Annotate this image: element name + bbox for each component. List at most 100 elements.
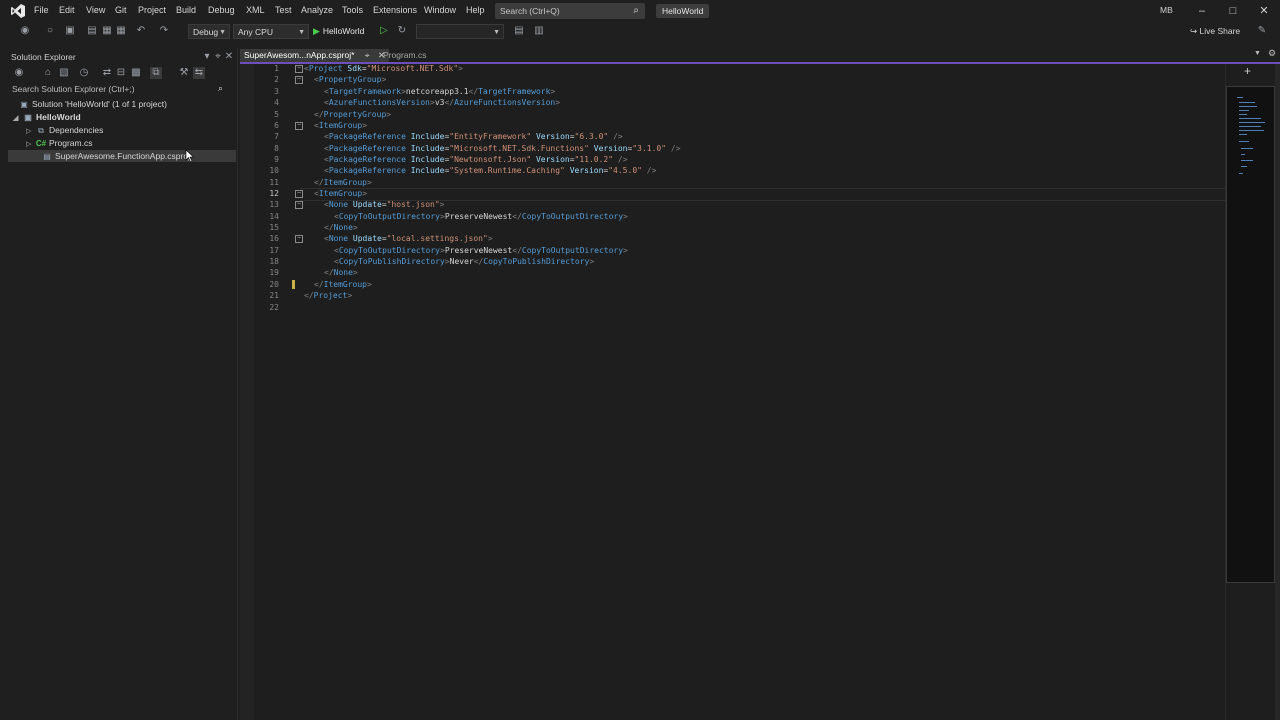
fold-toggle-icon[interactable]: − xyxy=(295,65,303,73)
tree-item-project[interactable]: ◢ ▣ HelloWorld xyxy=(8,111,236,123)
line-number: 21 xyxy=(269,291,279,300)
fold-toggle-icon[interactable]: − xyxy=(295,201,303,209)
menu-file[interactable]: File xyxy=(34,5,49,15)
folder-icon[interactable]: ▤ xyxy=(513,25,525,37)
menu-debug[interactable]: Debug xyxy=(208,5,235,15)
menu-edit[interactable]: Edit xyxy=(59,5,75,15)
start-debugging-button[interactable]: ▶ HelloWorld xyxy=(313,25,364,37)
collapse-all-icon[interactable]: ⊟ xyxy=(115,67,127,79)
search-icon: ⌕ xyxy=(633,5,639,16)
minimize-icon[interactable]: – xyxy=(1192,3,1212,19)
layout-icon[interactable]: ▥ xyxy=(533,25,545,37)
line-number: 2 xyxy=(274,75,279,84)
line-number: 11 xyxy=(269,178,279,187)
code-line: </ItemGroup> xyxy=(314,280,372,289)
menu-extensions[interactable]: Extensions xyxy=(373,5,417,15)
home-icon[interactable]: ⌂ xyxy=(42,67,54,79)
tree-item-program-cs[interactable]: ▷ C# Program.cs xyxy=(8,137,236,149)
sync-icon[interactable]: ⇄ xyxy=(101,67,113,79)
line-number: 20 xyxy=(269,280,279,289)
minimap-viewport[interactable] xyxy=(1226,86,1275,583)
search-icon: ⌕ xyxy=(218,83,224,93)
minimap-line xyxy=(1239,134,1247,135)
configuration-dropdown[interactable]: Debug ▼ xyxy=(188,24,230,39)
save-icon[interactable]: ▦ xyxy=(101,25,113,37)
redo-icon[interactable]: ↷ xyxy=(158,25,170,37)
close-icon[interactable]: ✕ xyxy=(1254,3,1274,19)
play-icon: ▶ xyxy=(313,26,320,36)
tree-item-csproj[interactable]: ▤ SuperAwesome.FunctionApp.csproj xyxy=(8,150,236,162)
solution-icon: ▣ xyxy=(20,100,28,109)
project-name-badge[interactable]: HelloWorld xyxy=(656,4,710,18)
code-line: <None Update="host.json"> xyxy=(324,200,445,209)
search-box[interactable]: Search (Ctrl+Q) ⌕ xyxy=(495,3,645,19)
menu-tools[interactable]: Tools xyxy=(342,5,363,15)
settings-gear-icon[interactable]: ⚙ xyxy=(1268,48,1276,59)
live-share-button[interactable]: ↪ Live Share xyxy=(1190,26,1240,37)
minimap-line xyxy=(1237,97,1243,98)
code-line: <TargetFramework>netcoreapp3.1</TargetFr… xyxy=(324,87,556,96)
minimap-line xyxy=(1239,102,1255,103)
startup-item-dropdown[interactable]: ▼ xyxy=(416,24,504,39)
hot-reload-icon[interactable]: ↻ xyxy=(396,25,408,37)
minimap-line xyxy=(1239,173,1243,174)
menu-help[interactable]: Help xyxy=(466,5,485,15)
menu-xml[interactable]: XML xyxy=(246,5,265,15)
save-all-icon[interactable]: ▦ xyxy=(115,25,127,37)
vertical-scrollbar[interactable] xyxy=(1275,64,1280,720)
solution-explorer-search[interactable]: Search Solution Explorer (Ctrl+;) ⌕ xyxy=(8,83,236,95)
properties-icon[interactable]: ⚒ xyxy=(178,67,190,79)
editor-margin xyxy=(240,64,254,720)
show-all-files-icon[interactable]: ▩ xyxy=(130,67,142,79)
fold-toggle-icon[interactable]: − xyxy=(295,122,303,130)
open-file-icon[interactable]: ▤ xyxy=(86,25,98,37)
code-line: <CopyToPublishDirectory>Never</CopyToPub… xyxy=(334,257,595,266)
tree-item-label: SuperAwesome.FunctionApp.csproj xyxy=(55,151,190,161)
tree-item-label: Dependencies xyxy=(49,125,104,135)
mouse-cursor-icon xyxy=(185,149,195,163)
minimap-line xyxy=(1239,122,1265,123)
search-placeholder: Search (Ctrl+Q) xyxy=(500,6,560,16)
tree-item-label: Solution 'HelloWorld' (1 of 1 project) xyxy=(32,99,167,109)
menu-analyze[interactable]: Analyze xyxy=(301,5,333,15)
feedback-icon[interactable]: ✎ xyxy=(1256,25,1268,37)
minimap-line xyxy=(1239,106,1257,107)
fold-toggle-icon[interactable]: − xyxy=(295,235,303,243)
tab-csproj[interactable]: SuperAwesom...nApp.csproj* ⌖ ✕ xyxy=(240,49,390,62)
tree-item-solution[interactable]: ▣ Solution 'HelloWorld' (1 of 1 project) xyxy=(8,98,236,110)
navigate-forward-icon[interactable]: ○ xyxy=(44,25,56,37)
visual-studio-logo-icon[interactable] xyxy=(10,3,26,19)
undo-icon[interactable]: ↶ xyxy=(135,25,147,37)
menu-build[interactable]: Build xyxy=(176,5,196,15)
minimap-line xyxy=(1239,118,1261,119)
menu-view[interactable]: View xyxy=(86,5,105,15)
platform-dropdown[interactable]: Any CPU ▼ xyxy=(233,24,309,39)
maximize-icon[interactable]: □ xyxy=(1223,3,1243,19)
pending-changes-icon[interactable]: ◷ xyxy=(78,67,90,79)
preview-icon[interactable]: ⇆ xyxy=(193,67,205,79)
navigate-back-icon[interactable]: ◉ xyxy=(19,25,31,37)
fold-toggle-icon[interactable]: − xyxy=(295,190,303,198)
switch-views-icon[interactable]: ▧ xyxy=(58,67,70,79)
fold-toggle-icon[interactable]: − xyxy=(295,76,303,84)
avatar[interactable]: MB xyxy=(1160,5,1173,15)
code-line: <PackageReference Include="Microsoft.NET… xyxy=(324,144,681,153)
menu-project[interactable]: Project xyxy=(138,5,166,15)
code-line: <None Update="local.settings.json"> xyxy=(324,234,493,243)
minimap-line xyxy=(1239,130,1264,131)
filter-icon[interactable]: ⧉ xyxy=(150,67,162,79)
start-without-debugging-icon[interactable]: ▷ xyxy=(378,25,390,37)
csharp-file-icon: C# xyxy=(35,139,47,148)
back-icon[interactable]: ◉ xyxy=(13,67,25,79)
menu-git[interactable]: Git xyxy=(115,5,127,15)
add-icon[interactable]: + xyxy=(1244,64,1251,78)
close-panel-icon[interactable]: ✕ xyxy=(223,51,235,63)
tab-list-chevron-icon[interactable]: ▼ xyxy=(1254,50,1261,57)
tab-program-cs[interactable]: Program.cs xyxy=(379,49,430,62)
menu-test[interactable]: Test xyxy=(275,5,292,15)
code-line: </PropertyGroup> xyxy=(314,110,392,119)
menu-window[interactable]: Window xyxy=(424,5,456,15)
pin-icon[interactable]: ⌖ xyxy=(365,50,370,60)
new-project-icon[interactable]: ▣ xyxy=(64,25,76,37)
tree-item-dependencies[interactable]: ▷ ⧉ Dependencies xyxy=(8,124,236,136)
